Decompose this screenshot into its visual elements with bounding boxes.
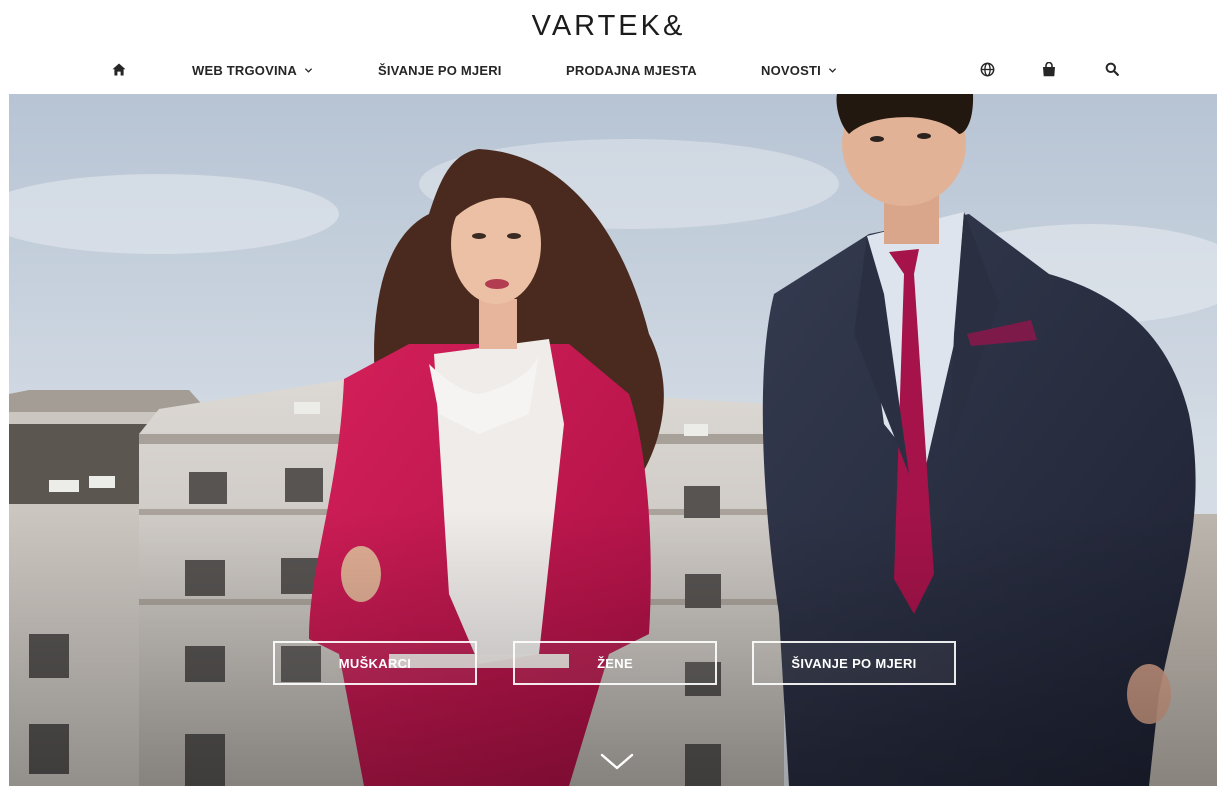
nav-item-prodajna-mjesta[interactable]: PRODAJNA MJESTA bbox=[566, 58, 697, 82]
home-icon-glyph bbox=[112, 63, 126, 75]
cta-muskarci-button[interactable]: MUŠKARCI bbox=[273, 641, 477, 685]
nav-item-label: NOVOSTI bbox=[761, 62, 821, 78]
site-header: VARTEK& WEB TRGOVINA ŠIVANJE PO MJERI PR… bbox=[0, 0, 1217, 92]
nav-item-novosti[interactable]: NOVOSTI bbox=[761, 58, 837, 82]
hero-banner: MUŠKARCI ŽENE ŠIVANJE PO MJERI bbox=[9, 94, 1217, 786]
chevron-down-icon bbox=[304, 67, 313, 73]
nav-item-sivanje-po-mjeri[interactable]: ŠIVANJE PO MJERI bbox=[378, 58, 502, 82]
cta-zene-button[interactable]: ŽENE bbox=[513, 641, 717, 685]
nav-item-label: WEB TRGOVINA bbox=[192, 62, 297, 78]
nav-item-label: PRODAJNA MJESTA bbox=[566, 62, 697, 78]
cta-sivanje-po-mjeri-button[interactable]: ŠIVANJE PO MJERI bbox=[752, 641, 956, 685]
search-icon[interactable] bbox=[1101, 58, 1123, 80]
search-icon-glyph bbox=[1105, 62, 1119, 76]
nav-item-web-trgovina[interactable]: WEB TRGOVINA bbox=[192, 58, 313, 82]
main-nav: WEB TRGOVINA ŠIVANJE PO MJERI PRODAJNA M… bbox=[0, 58, 1217, 82]
globe-icon-glyph bbox=[980, 62, 994, 76]
chevron-down-icon[interactable] bbox=[600, 752, 634, 772]
nav-item-label: ŠIVANJE PO MJERI bbox=[378, 62, 502, 78]
shopping-bag-icon[interactable] bbox=[1038, 58, 1060, 80]
brand-logo[interactable]: VARTEK& bbox=[0, 10, 1217, 43]
home-icon[interactable] bbox=[108, 58, 130, 80]
globe-icon[interactable] bbox=[976, 58, 998, 80]
chevron-down-icon bbox=[828, 67, 837, 73]
shopping-bag-icon-glyph bbox=[1043, 61, 1055, 76]
